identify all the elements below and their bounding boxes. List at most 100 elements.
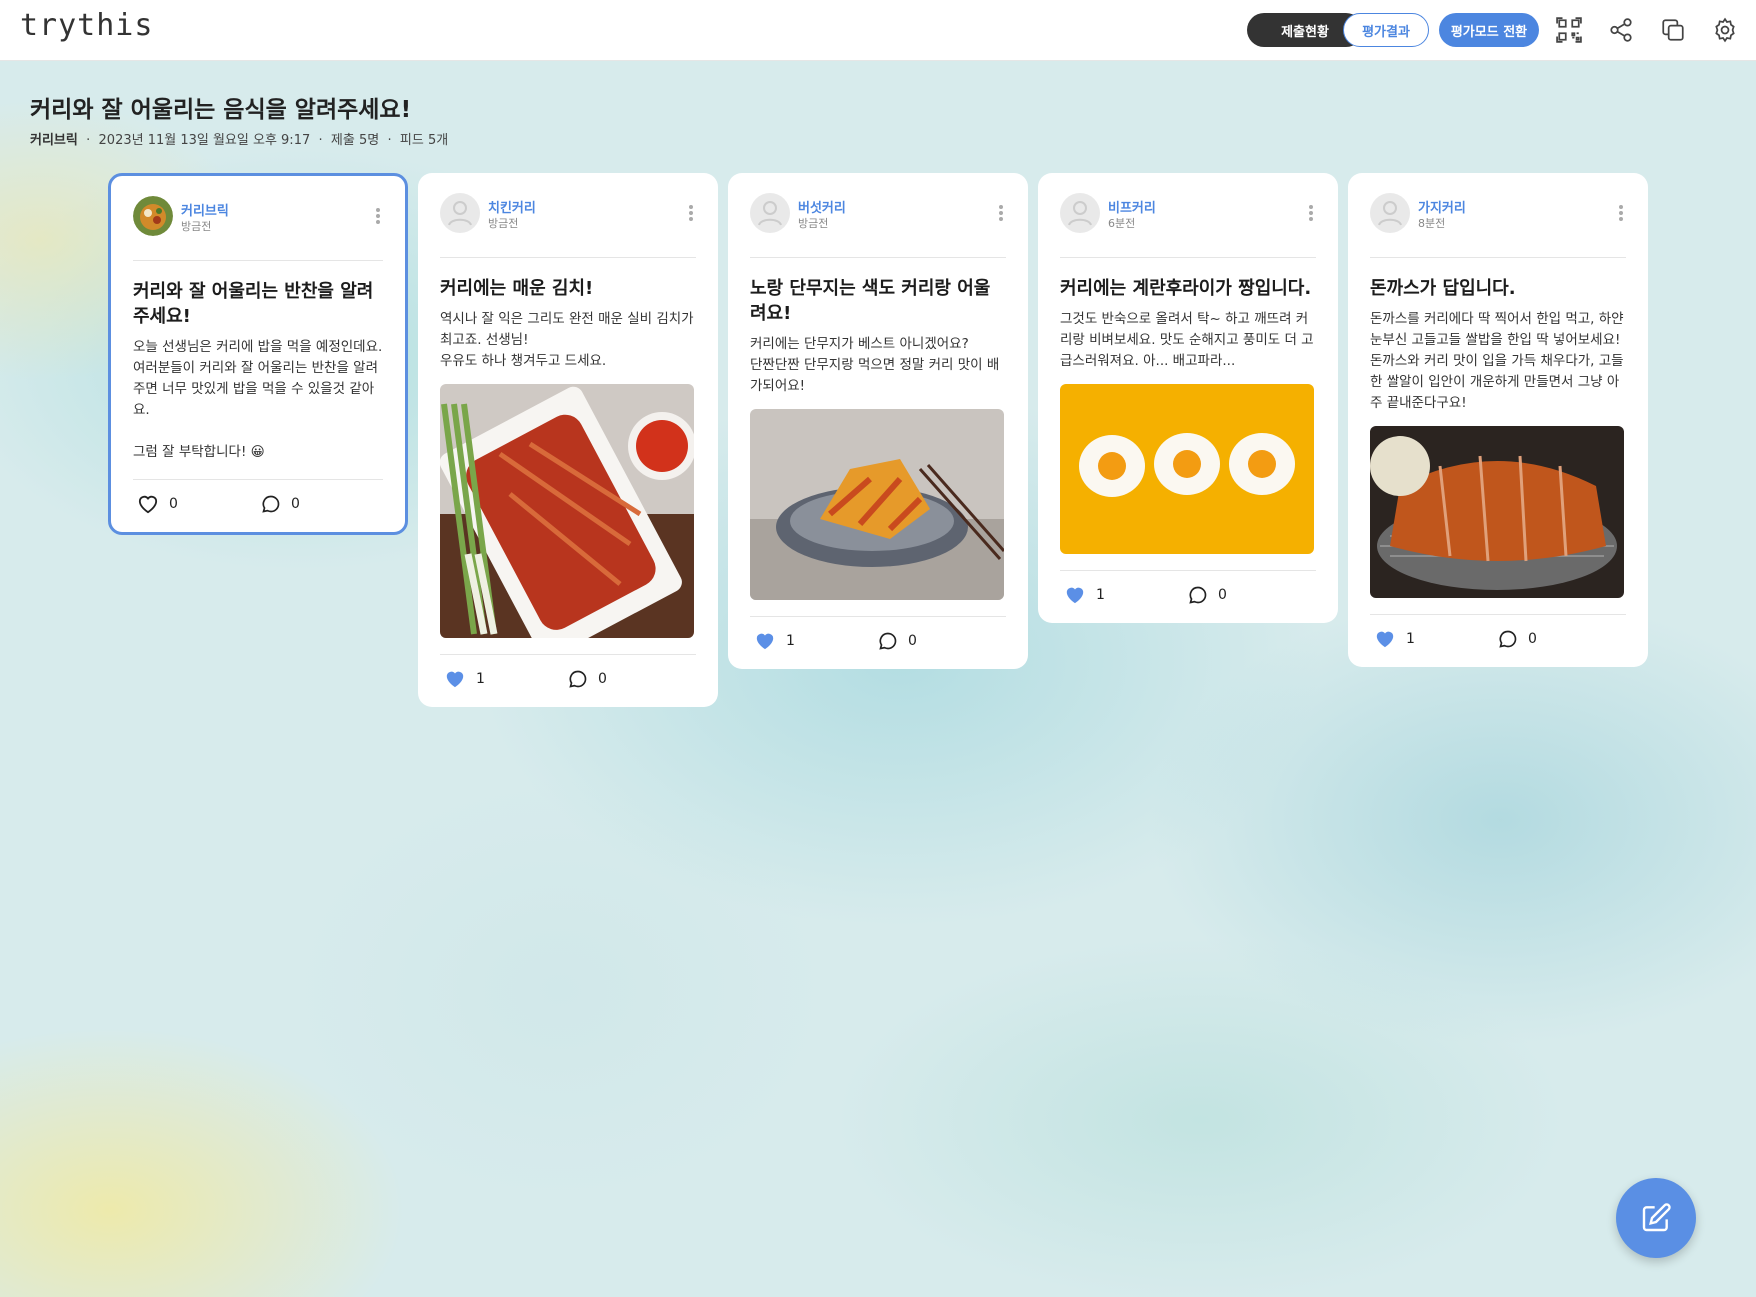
card-body: 오늘 선생님은 커리에 밥을 먹을 예정인데요. 여러분들이 커리와 잘 어울리… [133,339,383,460]
like-count: 1 [476,671,485,687]
comment-icon [1499,630,1517,648]
app-logo[interactable]: trythis [20,8,153,43]
avatar[interactable] [750,193,790,233]
heart-icon [1376,631,1394,648]
card-author: 가지커리 [1418,201,1466,216]
user-icon [448,201,472,226]
user-icon [1068,201,1092,226]
kebab-icon[interactable] [373,206,383,226]
comment-button[interactable]: 0 [568,669,607,689]
card-author: 커리브릭 [181,204,229,219]
food-avatar-image [133,196,173,236]
kebab-icon[interactable] [1306,203,1316,223]
comment-icon [262,495,280,513]
like-count: 1 [1096,587,1105,603]
card-header: 버섯커리 방금전 [750,173,1006,258]
like-button[interactable]: 1 [444,669,485,689]
eval-result-button[interactable]: 평가결과 [1343,13,1429,47]
card-footer: 1 0 [440,654,696,707]
board-feeds: 피드 5개 [399,133,449,148]
card-footer: 0 0 [133,479,383,532]
comment-button[interactable]: 0 [261,494,300,514]
tonkatsu-image[interactable] [1370,426,1624,598]
comment-icon [879,632,897,650]
like-count: 1 [1406,631,1415,647]
board-author: 커리브릭 [30,133,78,148]
board-date: 2023년 11월 13일 월요일 오후 9:17 [98,133,311,148]
heart-icon [446,671,464,688]
write-post-button[interactable] [1616,1178,1696,1258]
feed-card[interactable]: 비프커리 6분전 커리에는 계란후라이가 짱입니다. 그것도 반숙으로 올려서 … [1038,173,1338,623]
card-footer: 1 0 [1370,614,1626,667]
card-time: 방금전 [488,217,519,230]
like-count: 0 [169,496,178,512]
comment-count: 0 [908,633,917,649]
like-button[interactable]: 1 [1374,629,1415,649]
danmuji-image[interactable] [750,409,1004,600]
card-body: 커리에는 단무지가 베스트 아니겠어요? 단짠단짠 단무지랑 먹으면 정말 커리… [750,336,1000,394]
card-time: 방금전 [798,217,829,230]
comment-button[interactable]: 0 [878,631,917,651]
like-button[interactable]: 1 [754,631,795,651]
like-button[interactable]: 0 [137,494,178,514]
gear-icon[interactable] [1712,17,1738,43]
card-header: 커리브릭 방금전 [133,176,383,261]
comment-button[interactable]: 0 [1498,629,1537,649]
like-count: 1 [786,633,795,649]
feed-card[interactable]: 가지커리 8분전 돈까스가 답입니다. 돈까스를 커리에다 딱 찍어서 한입 먹… [1348,173,1648,667]
comment-icon [1189,586,1207,604]
comment-icon [569,670,587,688]
edit-icon [1642,1203,1671,1232]
kimchi-image[interactable] [440,384,694,638]
avatar[interactable] [440,193,480,233]
card-body: 돈까스를 커리에다 딱 찍어서 한입 먹고, 하얀 눈부신 고들고들 쌀밥을 한… [1370,311,1624,411]
card-header: 가지커리 8분전 [1370,173,1626,258]
card-title: 돈까스가 답입니다. [1370,278,1516,299]
qr-code-icon[interactable] [1556,17,1582,43]
user-icon [1378,201,1402,226]
kebab-icon[interactable] [1616,203,1626,223]
comment-button[interactable]: 0 [1188,585,1227,605]
heart-icon [756,633,774,650]
feed-card[interactable]: 커리브릭 방금전 커리와 잘 어울리는 반찬을 알려주세요! 오늘 선생님은 커… [108,173,408,535]
separator-dot: · [314,133,327,148]
avatar[interactable] [1060,193,1100,233]
separator-dot: · [81,133,95,148]
user-icon [758,201,782,226]
kebab-icon[interactable] [996,203,1006,223]
copy-icon[interactable] [1660,17,1686,43]
page-title: 커리와 잘 어울리는 음식을 알려주세요! [30,97,412,123]
card-time: 6분전 [1108,217,1136,230]
card-footer: 1 0 [750,616,1006,669]
comment-count: 0 [598,671,607,687]
card-author: 버섯커리 [798,201,846,216]
share-icon[interactable] [1608,17,1634,43]
card-title: 노랑 단무지는 색도 커리랑 어울려요! [750,278,991,324]
board-meta: 커리브릭 · 2023년 11월 13일 월요일 오후 9:17 · 제출 5명… [30,129,448,148]
card-body: 역시나 잘 익은 그리도 완전 매운 실비 김치가 최고죠. 선생님! 우유도 … [440,311,694,369]
card-title: 커리에는 계란후라이가 짱입니다. [1060,278,1312,299]
card-time: 8분전 [1418,217,1446,230]
feed-card[interactable]: 버섯커리 방금전 노랑 단무지는 색도 커리랑 어울려요! 커리에는 단무지가 … [728,173,1028,669]
like-button[interactable]: 1 [1064,585,1105,605]
card-header: 비프커리 6분전 [1060,173,1316,258]
avatar[interactable] [133,196,173,236]
card-header: 치킨커리 방금전 [440,173,696,258]
card-time: 방금전 [181,220,212,233]
feed-card[interactable]: 치킨커리 방금전 커리에는 매운 김치! 역시나 잘 익은 그리도 완전 매운 … [418,173,718,707]
heart-icon [138,495,158,514]
eval-mode-button[interactable]: 평가모드 전환 [1439,13,1539,47]
kebab-icon[interactable] [686,203,696,223]
comment-count: 0 [1218,587,1227,603]
card-title: 커리에는 매운 김치! [440,278,594,299]
comment-count: 0 [291,496,300,512]
separator-dot: · [383,133,396,148]
comment-count: 0 [1528,631,1537,647]
avatar[interactable] [1370,193,1410,233]
card-body: 그것도 반숙으로 올려서 탁~ 하고 깨뜨려 커리랑 비벼보세요. 맛도 순해지… [1060,311,1314,369]
card-author: 치킨커리 [488,201,536,216]
top-bar: trythis 제출현황 평가결과 평가모드 전환 [0,0,1756,61]
card-footer: 1 0 [1060,570,1316,623]
fried-eggs-image[interactable] [1060,384,1314,554]
card-title: 커리와 잘 어울리는 반찬을 알려주세요! [133,281,374,327]
